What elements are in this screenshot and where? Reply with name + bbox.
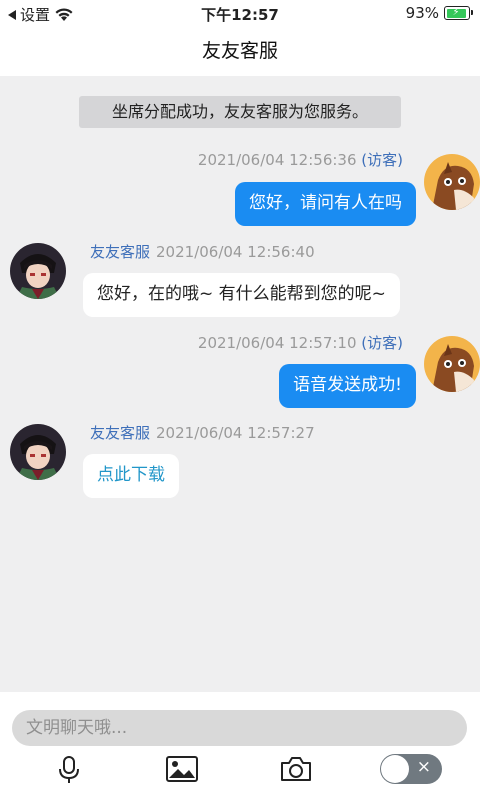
message-timestamp: 2021/06/04 12:57:10 [197, 334, 357, 352]
battery-icon: ⚡ [444, 6, 473, 20]
system-message: 坐席分配成功，友友客服为您服务。 [79, 96, 401, 128]
image-icon [166, 756, 198, 782]
outgoing-message-bubble[interactable]: 您好，请问有人在吗 [235, 182, 416, 226]
camera-icon [281, 757, 311, 781]
agent-name: 友友客服 [90, 243, 151, 261]
incoming-message-bubble[interactable]: 您好，在的哦~ 有什么能帮到您的呢~ [83, 273, 400, 317]
visitor-tag: (访客) [361, 151, 403, 169]
message-timestamp: 2021/06/04 12:56:40 [156, 243, 315, 261]
toggle-knob [381, 755, 409, 783]
agent-avatar[interactable] [10, 424, 66, 480]
download-link-bubble[interactable]: 点此下载 [83, 454, 179, 498]
camera-button[interactable] [280, 756, 312, 786]
outgoing-message-bubble[interactable]: 语音发送成功! [279, 364, 416, 408]
battery-percent: 93% [405, 4, 439, 22]
message-input[interactable] [12, 710, 467, 746]
message-meta: 友友客服 2021/06/04 12:57:27 [90, 422, 315, 443]
message-meta: 友友客服 2021/06/04 12:56:40 [90, 241, 315, 262]
message-timestamp: 2021/06/04 12:57:27 [156, 424, 315, 442]
status-bar: 设置 下午12:57 93% ⚡ [0, 0, 480, 28]
page-title: 友友客服 [0, 28, 480, 76]
input-area: × [0, 692, 480, 800]
message-meta: 2021/06/04 12:56:36 (访客) [198, 149, 403, 170]
chat-area[interactable]: 坐席分配成功，友友客服为您服务。 2021/06/04 12:56:36 (访客… [0, 76, 480, 692]
agent-name: 友友客服 [90, 424, 151, 442]
image-button[interactable] [166, 756, 198, 786]
microphone-icon [59, 756, 79, 783]
toggle-switch[interactable]: × [380, 754, 442, 784]
voice-button[interactable] [56, 756, 82, 788]
visitor-avatar[interactable] [424, 154, 480, 210]
visitor-avatar[interactable] [424, 336, 480, 392]
message-timestamp: 2021/06/04 12:56:36 [197, 151, 357, 169]
visitor-tag: (访客) [361, 334, 403, 352]
message-meta: 2021/06/04 12:57:10 (访客) [198, 332, 403, 353]
close-icon: × [416, 757, 431, 777]
agent-avatar[interactable] [10, 243, 66, 299]
